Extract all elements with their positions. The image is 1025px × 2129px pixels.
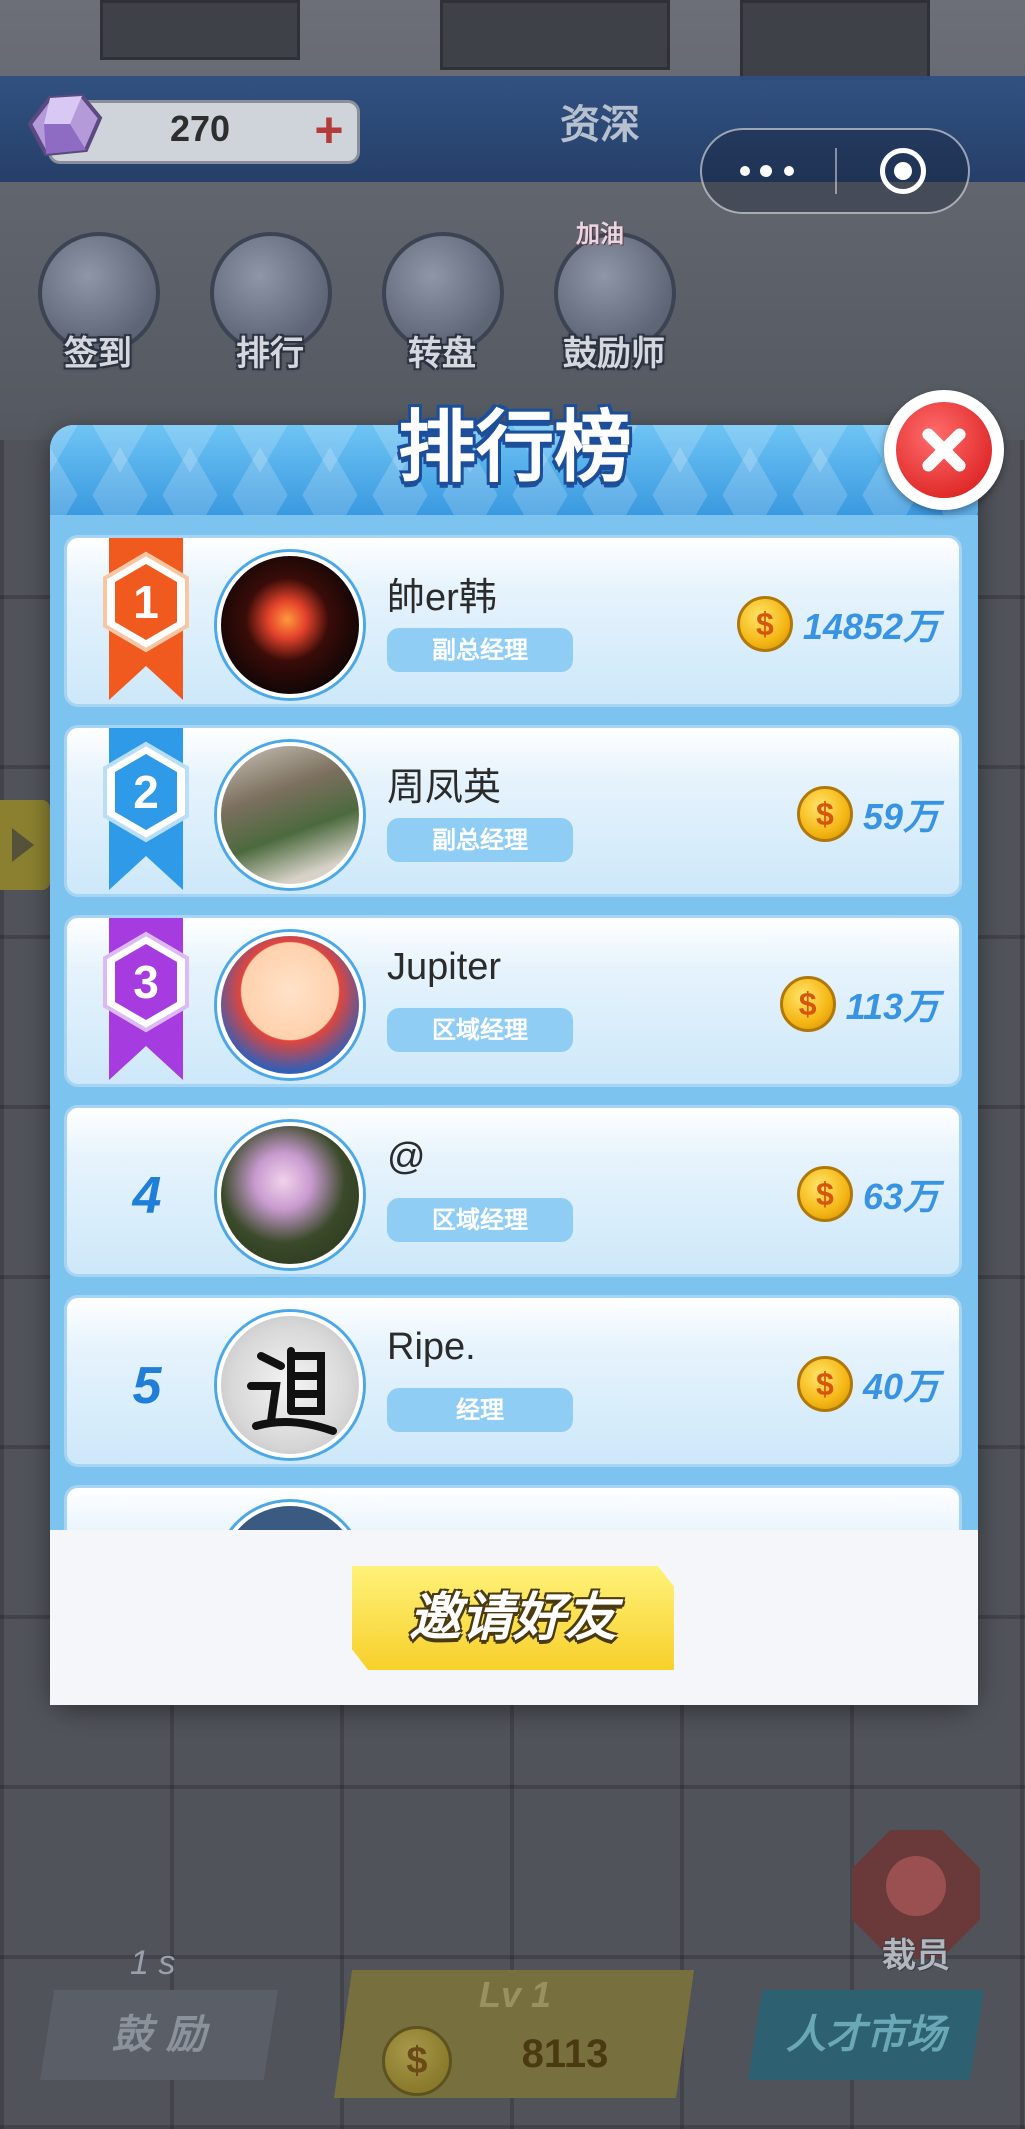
feature-wheel[interactable]: 转盘 bbox=[372, 232, 512, 374]
feature-label: 转盘 bbox=[408, 334, 476, 374]
player-score: 63万 bbox=[796, 1164, 939, 1224]
feature-label: 鼓励师 bbox=[563, 334, 665, 374]
coin-icon bbox=[779, 976, 836, 1032]
add-gems-button[interactable]: + bbox=[306, 104, 352, 156]
rank-number: 1 bbox=[133, 576, 159, 628]
encourage-timer: 1 s bbox=[130, 1944, 176, 1982]
player-title-badge: 区域经理 bbox=[387, 1008, 573, 1052]
coin-icon bbox=[796, 1356, 853, 1412]
score-value: 113万 bbox=[845, 986, 939, 1027]
player-name: @ bbox=[387, 1136, 426, 1178]
close-icon bbox=[896, 402, 992, 498]
player-title-badge: 经理 bbox=[387, 1388, 573, 1432]
feature-label: 排行 bbox=[236, 334, 304, 374]
player-title-badge: 副总经理 bbox=[387, 628, 573, 672]
avatar bbox=[217, 1122, 363, 1268]
level-label: Lv 1 bbox=[478, 1974, 552, 2015]
score-value: 40万 bbox=[862, 1366, 939, 1407]
score-value: 14852万 bbox=[802, 606, 939, 647]
player-score: 14852万 bbox=[736, 594, 939, 654]
ranking-row[interactable]: 1 帥er韩 副总经理 14852万 bbox=[64, 535, 962, 707]
player-title-badge: 副总经理 bbox=[387, 818, 573, 862]
trash-icon bbox=[886, 1856, 946, 1916]
talent-market-button[interactable]: 人才市场 bbox=[748, 1990, 984, 2080]
gold-value: 8113 bbox=[521, 2032, 609, 2076]
calligraphy-icon bbox=[247, 1347, 337, 1435]
avatar bbox=[217, 1312, 363, 1458]
gem-icon bbox=[27, 93, 103, 157]
ranking-row[interactable]: 5 Ripe. 经理 40万 bbox=[64, 1295, 962, 1467]
player-name: Jupiter bbox=[387, 946, 502, 988]
avatar bbox=[217, 1502, 363, 1530]
feature-checkin[interactable]: 签到 bbox=[28, 232, 168, 374]
coin-icon bbox=[382, 2026, 452, 2096]
feature-cheerleader[interactable]: 鼓励师 bbox=[544, 232, 684, 374]
rank-number: 5 bbox=[132, 1357, 162, 1415]
player-score: 59万 bbox=[796, 784, 939, 844]
player-score: 40万 bbox=[796, 1354, 939, 1414]
rank-ribbon-icon: 1 bbox=[103, 538, 189, 700]
rank-ribbon-icon: 3 bbox=[103, 918, 189, 1080]
rank-number: 2 bbox=[133, 766, 159, 818]
background-shelf bbox=[440, 0, 670, 70]
player-name: 帥er韩 bbox=[387, 577, 497, 619]
avatar bbox=[217, 932, 363, 1078]
score-value: 63万 bbox=[862, 1176, 939, 1217]
player-name: Ripe. bbox=[387, 1326, 476, 1368]
coin-icon bbox=[796, 786, 853, 842]
coin-icon bbox=[736, 596, 793, 652]
avatar bbox=[217, 742, 363, 888]
invite-friends-button[interactable]: 邀请好友 bbox=[352, 1566, 674, 1670]
rank-ribbon-icon: 2 bbox=[103, 728, 189, 890]
score-value: 59万 bbox=[862, 796, 939, 837]
rank-number: 3 bbox=[133, 956, 159, 1008]
ranking-row[interactable] bbox=[64, 1485, 962, 1530]
player-score: 113万 bbox=[779, 974, 939, 1034]
feature-ranking[interactable]: 排行 bbox=[200, 232, 340, 374]
capsule-divider bbox=[835, 148, 837, 194]
player-title-badge: 区域经理 bbox=[387, 1198, 573, 1242]
side-expand-tab[interactable] bbox=[0, 800, 50, 890]
more-options-icon[interactable] bbox=[738, 158, 798, 184]
cheerleader-badge: 加油 bbox=[576, 220, 624, 248]
gem-count: 270 bbox=[169, 108, 231, 149]
close-button[interactable] bbox=[884, 390, 1004, 510]
player-rank-title: 资深 bbox=[560, 102, 640, 148]
coin-icon bbox=[796, 1166, 853, 1222]
rank-number: 4 bbox=[132, 1167, 162, 1225]
ranking-list[interactable]: 1 帥er韩 副总经理 14852万 2 周凤英 副总经理 59万 bbox=[64, 535, 962, 1530]
background-shelf bbox=[100, 0, 300, 60]
player-name: 周凤英 bbox=[387, 767, 502, 809]
ranking-row[interactable]: 2 周凤英 副总经理 59万 bbox=[64, 725, 962, 897]
exit-mini-program-icon[interactable] bbox=[880, 148, 926, 194]
avatar bbox=[217, 552, 363, 698]
encourage-button[interactable]: 鼓 励 bbox=[40, 1990, 278, 2080]
background-shelf bbox=[740, 0, 930, 80]
ranking-row[interactable]: 4 @ 区域经理 63万 bbox=[64, 1105, 962, 1277]
feature-label: 签到 bbox=[64, 334, 132, 374]
modal-title: 排行榜 bbox=[397, 403, 632, 493]
ranking-row[interactable]: 3 Jupiter 区域经理 113万 bbox=[64, 915, 962, 1087]
fire-staff-label: 裁员 bbox=[882, 1936, 950, 1976]
